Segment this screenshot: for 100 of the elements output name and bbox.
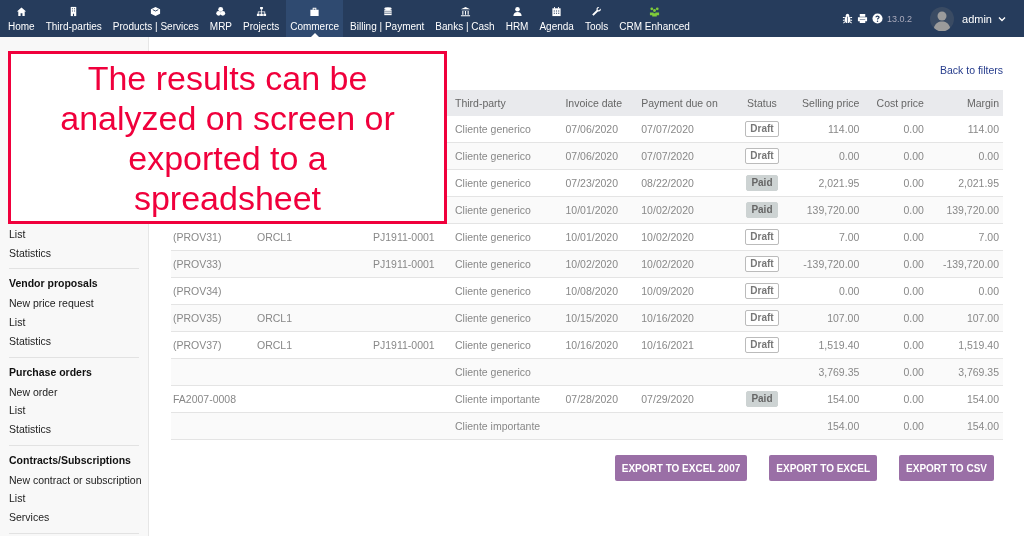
table-cell: Cliente generico bbox=[455, 177, 531, 189]
nav-tab[interactable]: Agenda bbox=[535, 0, 578, 37]
table-cell: 154.00 bbox=[827, 420, 860, 432]
help-icon[interactable] bbox=[872, 13, 883, 24]
table-cell: Cliente generico bbox=[455, 312, 531, 324]
table-cell: 0.00 bbox=[903, 420, 924, 432]
nav-tab[interactable]: Third-parties bbox=[41, 0, 106, 37]
sidebar-link[interactable]: List bbox=[9, 225, 26, 244]
table-cell: 1,519.40 bbox=[818, 339, 860, 351]
user-icon bbox=[511, 5, 523, 17]
table-cell: 0.00 bbox=[903, 177, 924, 189]
table-cell: ORCL1 bbox=[257, 312, 292, 324]
table-cell: 107.00 bbox=[827, 312, 860, 324]
table-cell: -139,720.00 bbox=[942, 258, 999, 270]
table-cell: 10/16/2020 bbox=[565, 339, 618, 351]
sidebar-link[interactable]: List bbox=[9, 313, 26, 332]
sidebar-link[interactable]: Statistics bbox=[9, 419, 51, 439]
table-cell: 3,769.35 bbox=[958, 366, 999, 378]
table-cell: (PROV33) bbox=[173, 258, 222, 270]
table-cell: ORCL1 bbox=[257, 339, 292, 351]
status-badge: Draft bbox=[745, 283, 779, 299]
sidebar-link[interactable]: Statistics bbox=[9, 331, 51, 351]
table-cell: 1,519.40 bbox=[958, 339, 999, 351]
nav-tab[interactable]: Home bbox=[4, 0, 39, 37]
status-badge: Draft bbox=[745, 256, 779, 272]
export-button[interactable]: EXPORT TO EXCEL bbox=[769, 455, 878, 481]
nav-tab[interactable]: Commerce bbox=[286, 0, 344, 37]
export-button[interactable]: EXPORT TO CSV bbox=[899, 455, 994, 481]
table-cell: 0.00 bbox=[903, 204, 924, 216]
nav-tab[interactable]: CRM Enhanced bbox=[615, 0, 694, 37]
column-header: Invoice date bbox=[563, 90, 640, 116]
table-cell: 07/06/2020 bbox=[565, 150, 618, 162]
nav-tab[interactable]: Projects bbox=[239, 0, 284, 37]
table-cell: (PROV34) bbox=[173, 285, 222, 297]
column-header: Margin bbox=[927, 90, 1003, 116]
table-cell: 154.00 bbox=[827, 393, 860, 405]
sidebar-link[interactable]: New contract or subscription bbox=[9, 470, 142, 490]
table-cell: Cliente generico bbox=[455, 366, 531, 378]
table-cell: 114.00 bbox=[827, 123, 860, 135]
table-cell: 10/16/2020 bbox=[641, 312, 694, 324]
table-cell: 07/28/2020 bbox=[565, 393, 618, 405]
column-header: Status bbox=[739, 90, 787, 116]
export-button[interactable]: EXPORT TO EXCEL 2007 bbox=[614, 455, 748, 481]
nav-tab[interactable]: Billing | Payment bbox=[346, 0, 429, 37]
sitemap-icon bbox=[255, 5, 267, 17]
table-cell: Cliente generico bbox=[455, 204, 531, 216]
table-cell: 107.00 bbox=[966, 312, 999, 324]
bug-icon[interactable] bbox=[842, 13, 853, 24]
column-header: Payment due on bbox=[639, 90, 740, 116]
table-cell: 154.00 bbox=[966, 393, 999, 405]
table-cell: 0.00 bbox=[903, 258, 924, 270]
nav-tab[interactable]: MRP bbox=[205, 0, 237, 37]
table-cell: 10/16/2021 bbox=[641, 339, 694, 351]
status-badge: Draft bbox=[745, 310, 779, 326]
nav-tab[interactable]: Products | Services bbox=[108, 0, 203, 37]
status-badge: Paid bbox=[746, 391, 778, 407]
briefcase-icon bbox=[309, 5, 321, 17]
sidebar-link[interactable]: List bbox=[9, 489, 26, 509]
status-badge: Paid bbox=[746, 175, 778, 191]
avatar-icon[interactable] bbox=[930, 6, 955, 31]
status-badge: Draft bbox=[745, 148, 779, 164]
table-cell: 10/02/2020 bbox=[641, 231, 694, 243]
table-cell: Cliente generico bbox=[455, 258, 531, 270]
nav-tab[interactable]: HRM bbox=[501, 0, 533, 37]
sidebar-link[interactable]: List bbox=[9, 401, 26, 420]
cubes-icon bbox=[215, 5, 227, 17]
table-cell: Cliente generico bbox=[455, 285, 531, 297]
print-icon[interactable] bbox=[857, 13, 868, 24]
version-label: 13.0.2 bbox=[887, 13, 913, 24]
status-badge: Paid bbox=[746, 202, 778, 218]
nav-tab[interactable]: Banks | Cash bbox=[431, 0, 499, 37]
table-cell: 08/22/2020 bbox=[641, 177, 694, 189]
caret-icon[interactable] bbox=[998, 15, 1006, 22]
table-cell: 7.00 bbox=[838, 231, 860, 243]
table-cell: (PROV31) bbox=[173, 231, 222, 243]
table-cell: 0.00 bbox=[903, 150, 924, 162]
back-link[interactable]: Back to filters bbox=[939, 63, 1003, 76]
table-cell: 2,021.95 bbox=[818, 177, 860, 189]
home-icon bbox=[15, 5, 27, 17]
table-cell: 154.00 bbox=[966, 420, 999, 432]
table-cell: 0.00 bbox=[978, 285, 999, 297]
table-cell: 0.00 bbox=[978, 150, 999, 162]
sidebar-link[interactable]: New price request bbox=[9, 294, 94, 314]
table-cell: 10/09/2020 bbox=[641, 285, 694, 297]
column-header: Third-party bbox=[453, 90, 564, 116]
table-cell: 114.00 bbox=[967, 123, 999, 135]
sidebar-link[interactable]: Services bbox=[9, 508, 50, 527]
sidebar-link[interactable]: Statistics bbox=[9, 243, 51, 263]
nav-tab[interactable]: Tools bbox=[580, 0, 613, 37]
table-cell: 0.00 bbox=[903, 123, 924, 135]
table-cell: 10/02/2020 bbox=[641, 258, 694, 270]
bank-icon bbox=[459, 5, 471, 17]
column-header: Selling price bbox=[786, 90, 864, 116]
table-cell: 07/07/2020 bbox=[641, 123, 694, 135]
sidebar-heading: Purchase orders bbox=[9, 364, 92, 380]
user-menu[interactable]: admin bbox=[962, 12, 992, 25]
table-cell: 7.00 bbox=[978, 231, 999, 243]
table-cell: ORCL1 bbox=[257, 231, 292, 243]
sidebar-link[interactable]: New order bbox=[9, 382, 58, 402]
sidebar-heading: Vendor proposals bbox=[9, 276, 98, 292]
